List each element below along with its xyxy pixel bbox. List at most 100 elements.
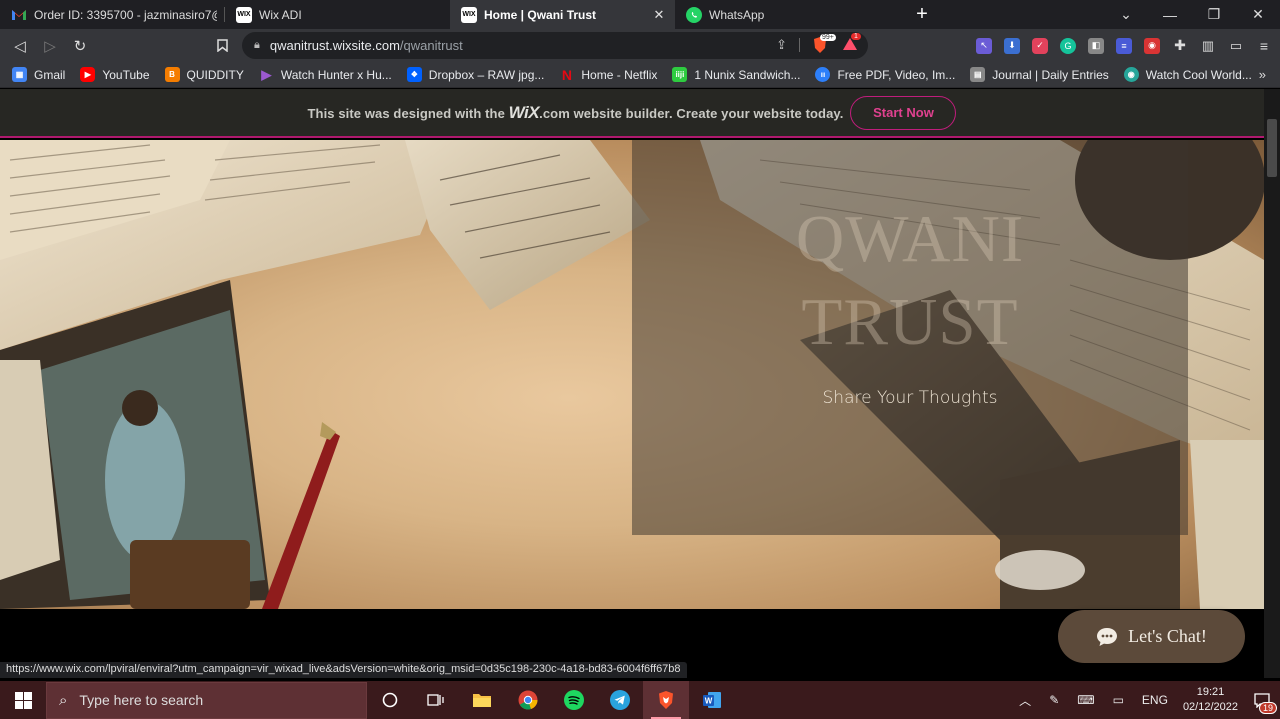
bookmark-label: Journal | Daily Entries [992,67,1109,82]
bookmark-label: YouTube [102,67,150,82]
dropbox-icon: ❖ [406,67,422,82]
share-icon[interactable]: ⇪ [776,37,787,53]
display-icon[interactable]: ▭ [1113,693,1124,707]
bookmark-freepdf[interactable]: ıı Free PDF, Video, Im... [815,67,955,82]
browser-toolbar: ◁ ▷ ↻ 🔒︎ qwanitrust.wixsite.com/qwanitru… [0,29,1280,62]
tab-strip: Order ID: 3395700 - jazminasiro7@gm WIX … [0,0,1280,29]
spotify-icon[interactable] [551,681,597,719]
tab-wix-adi[interactable]: WIX Wix ADI [225,0,450,29]
sidebar-icon[interactable]: ▥ [1200,38,1216,54]
ext-red-icon[interactable]: ◉ [1144,37,1160,54]
start-now-button[interactable]: Start Now [850,95,957,130]
ext-pointer-icon[interactable]: ↖ [976,37,992,54]
bookmark-quiddity[interactable]: B QUIDDITY [164,67,244,82]
wix-promo-banner: This site was designed with the WiX.com … [0,89,1264,138]
brave-rewards-icon[interactable]: 1 [842,33,861,54]
brave-browser-icon[interactable] [643,681,689,719]
tab-title: Wix ADI [259,7,302,22]
reload-icon[interactable]: ↻ [65,31,95,61]
address-path: /qwanitrust [399,38,463,53]
gmail-icon [11,7,27,23]
site-title: QWANI TRUST [632,198,1188,364]
system-tray: ︿ ✎ ⌨ ▭ ENG 19:21 02/12/2022 19 [1010,681,1280,719]
bookmark-hunter[interactable]: ▶ Watch Hunter x Hu... [259,66,391,82]
web-page: This site was designed with the WiX.com … [0,89,1264,678]
telegram-icon[interactable] [597,681,643,719]
tab-whatsapp[interactable]: WhatsApp [675,0,900,29]
minimize-icon[interactable]: — [1148,7,1192,23]
menu-icon[interactable]: ≡ [1256,38,1272,54]
play-icon: ▶ [261,66,272,82]
scrollbar-thumb[interactable] [1267,119,1277,177]
cortana-icon[interactable] [367,681,413,719]
bookmark-journal[interactable]: ▤ Journal | Daily Entries [970,67,1109,82]
taskbar-clock[interactable]: 19:21 02/12/2022 [1183,685,1238,715]
notification-center-icon[interactable]: 19 [1244,681,1280,719]
close-window-icon[interactable]: ✕ [1236,6,1280,23]
bookmark-label: Free PDF, Video, Im... [837,67,956,82]
site-title-line1: QWANI [795,202,1025,276]
bookmark-gmail[interactable]: ▦ Gmail [12,67,65,82]
task-view-icon[interactable] [413,681,459,719]
ext-download-icon[interactable]: ⬇ [1004,37,1020,54]
lock-icon: 🔒︎ [254,39,260,51]
bookmark-netflix[interactable]: N Home - Netflix [559,66,658,83]
windows-start-icon[interactable] [0,681,46,719]
wix-icon: WIX [236,6,252,23]
page-scrollbar[interactable] [1264,89,1280,678]
bookmark-dropbox[interactable]: ❖ Dropbox – RAW jpg... [406,67,545,82]
bookmark-youtube[interactable]: ▶ YouTube [80,67,150,82]
close-tab-icon[interactable]: ✕ [651,7,667,23]
bookmark-label: QUIDDITY [186,67,244,82]
lets-chat-button[interactable]: Let's Chat! [1058,610,1245,663]
globe-icon: ◉ [1123,67,1139,82]
bookmark-coolworld[interactable]: ◉ Watch Cool World... [1123,67,1252,82]
bookmark-label: Home - Netflix [581,67,658,82]
keyboard-icon[interactable]: ⌨ [1077,693,1094,707]
file-explorer-icon[interactable] [459,681,505,719]
svg-text:W: W [705,697,713,706]
grammarly-icon[interactable]: G [1060,37,1076,54]
address-actions: ⇪ 99+ 1 [776,33,861,54]
tab-search-chevron-icon[interactable]: ⌄ [1104,6,1148,23]
pen-icon[interactable]: ✎ [1049,693,1059,707]
wix-banner-text: This site was designed with the WiX.com … [308,103,844,123]
language-indicator[interactable]: ENG [1142,693,1168,707]
shields-badge: 99+ [820,34,836,41]
window-controls: ⌄ — ❐ ✕ [1104,0,1280,29]
new-tab-button[interactable]: + [902,0,942,29]
bookmark-icon[interactable] [207,31,237,61]
ext-puzzle-grey-icon[interactable]: ◧ [1088,37,1104,54]
wix-logo: WiX [508,102,540,122]
extensions-puzzle-icon[interactable]: ✚ [1172,37,1188,54]
bookmark-nunix[interactable]: iiji 1 Nunix Sandwich... [672,67,800,82]
bookmark-label: Dropbox – RAW jpg... [428,67,545,82]
chat-bubble-icon [1097,627,1118,646]
chrome-icon[interactable] [505,681,551,719]
tab-gmail[interactable]: Order ID: 3395700 - jazminasiro7@gm [0,0,225,29]
clock-time: 19:21 [1196,686,1225,698]
forward-icon[interactable]: ▷ [35,31,65,61]
pocket-icon[interactable]: ✓ [1032,37,1048,54]
bookmark-label: Gmail [34,67,66,82]
show-hidden-icons-icon[interactable]: ︿ [1019,692,1031,709]
restore-icon[interactable]: ❐ [1192,6,1236,23]
tab-qwani-trust[interactable]: WIX Home | Qwani Trust ✕ [450,0,675,29]
wallet-icon[interactable]: ▭ [1228,38,1244,54]
whatsapp-icon [686,6,702,23]
rewards-badge: 1 [851,33,861,40]
ext-list-icon[interactable]: ≡ [1116,37,1132,54]
address-bar[interactable]: 🔒︎ qwanitrust.wixsite.com/qwanitrust ⇪ 9… [242,32,868,59]
back-icon[interactable]: ◁ [5,31,35,61]
tab-title: Home | Qwani Trust [484,7,597,22]
blogger-icon: B [164,67,180,82]
search-icon: ⌕ [59,691,68,709]
taskbar-search-input[interactable]: ⌕ Type here to search [46,681,367,719]
search-placeholder: Type here to search [79,692,204,708]
word-icon[interactable]: W [689,681,735,719]
more-bookmarks-icon[interactable]: » [1259,67,1266,82]
tab-title: Order ID: 3395700 - jazminasiro7@gm [34,7,217,22]
brave-shields-icon[interactable]: 99+ [812,34,836,54]
netflix-icon: N [561,66,572,83]
extensions-bar: ↖ ⬇ ✓ G ◧ ≡ ◉ ✚ ▥ ▭ ≡ [976,29,1272,62]
